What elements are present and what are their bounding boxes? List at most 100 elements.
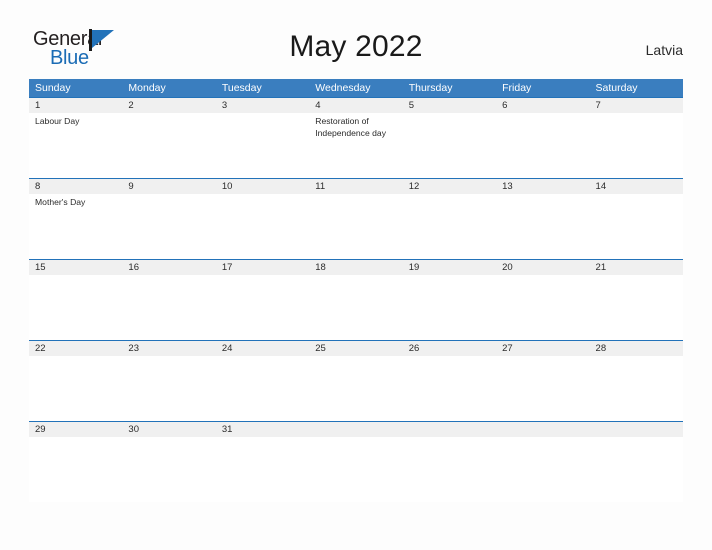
day-cell-6[interactable]: 6 — [496, 98, 589, 179]
day-cell-4[interactable]: 4 Restoration of Independence day — [309, 98, 402, 179]
day-number: 20 — [502, 262, 513, 273]
day-number: 11 — [315, 181, 326, 192]
day-number: 5 — [408, 100, 414, 111]
day-number — [496, 422, 589, 437]
day-number: 24 — [221, 343, 233, 354]
calendar-weeks: 1 Labour Day 2 3 4 Restoration of Independenc… — [29, 97, 683, 502]
day-cell-1[interactable]: 1 Labour Day — [29, 98, 122, 179]
day-number: 2 — [128, 100, 134, 111]
day-number — [590, 422, 683, 437]
calendar-grid: Sunday Monday Tuesday Wednesday Thursday Frid… — [29, 79, 683, 502]
day-events: Mother's Day — [29, 194, 122, 209]
region-label: Latvia — [645, 42, 683, 58]
day-number: 28 — [595, 343, 607, 354]
week-days: 15 16 17 18 19 20 21 — [29, 260, 683, 341]
day-cell-8[interactable]: 8 Mother's Day — [29, 179, 122, 260]
day-number: 12 — [408, 181, 420, 192]
day-cell-16[interactable]: 16 — [122, 260, 215, 341]
day-cell-14[interactable]: 14 — [590, 179, 683, 260]
day-number: 21 — [595, 262, 607, 273]
day-number: 9 — [128, 181, 134, 192]
day-cell-24[interactable]: 24 — [216, 341, 309, 422]
day-cell-17[interactable]: 17 — [216, 260, 309, 341]
day-cell-28[interactable]: 28 — [590, 341, 683, 422]
day-cell-7[interactable]: 7 — [590, 98, 683, 179]
day-events: Labour Day — [29, 113, 122, 128]
day-cell-30[interactable]: 30 — [122, 422, 215, 503]
day-number: 7 — [595, 100, 601, 111]
day-number: 3 — [221, 100, 228, 111]
day-cell-29[interactable]: 29 — [29, 422, 122, 503]
weekday-header-thursday: Thursday — [408, 82, 453, 94]
day-number: 13 — [502, 181, 513, 192]
day-number — [309, 422, 402, 437]
day-number: 23 — [128, 343, 139, 354]
day-cell-10[interactable]: 10 — [216, 179, 309, 260]
calendar-week-row: 1 Labour Day 2 3 4 Restoration of Independenc… — [29, 97, 683, 178]
day-cell-23[interactable]: 23 — [122, 341, 215, 422]
calendar-week-row: 22 23 24 25 26 27 28 — [29, 340, 683, 421]
day-number: 25 — [315, 343, 326, 354]
day-number: 8 — [35, 181, 41, 192]
day-cell-3[interactable]: 3 — [216, 98, 309, 179]
day-cell-5[interactable]: 5 — [403, 98, 496, 179]
day-number: 17 — [221, 262, 233, 273]
day-number: 10 — [221, 181, 233, 192]
page-header: General Blue May 2022 Latvia — [0, 0, 712, 76]
day-cell-18[interactable]: 18 — [309, 260, 402, 341]
day-cell-empty — [403, 422, 496, 503]
day-number: 16 — [128, 262, 139, 273]
weekday-header-wednesday: Wednesday — [315, 82, 371, 94]
day-cell-19[interactable]: 19 — [403, 260, 496, 341]
day-number: 22 — [35, 343, 46, 354]
day-number: 18 — [315, 262, 326, 273]
weekday-header-saturday: Saturday — [595, 82, 638, 94]
weekday-header-tuesday: Tuesday — [221, 82, 262, 94]
day-number: 30 — [128, 424, 139, 435]
day-cell-15[interactable]: 15 — [29, 260, 122, 341]
weekday-header-friday: Friday — [502, 82, 532, 94]
day-cell-21[interactable]: 21 — [590, 260, 683, 341]
calendar-week-row: 15 16 17 18 19 20 21 — [29, 259, 683, 340]
page-title: May 2022 — [289, 30, 423, 63]
day-number — [403, 422, 496, 437]
day-cell-13[interactable]: 13 — [496, 179, 589, 260]
day-cell-empty — [496, 422, 589, 503]
week-days: 1 Labour Day 2 3 4 Restoration of Independenc… — [29, 98, 683, 179]
day-cell-31[interactable]: 31 — [216, 422, 309, 503]
day-cell-12[interactable]: 12 — [403, 179, 496, 260]
day-number: 19 — [408, 262, 420, 273]
day-cell-empty — [590, 422, 683, 503]
weekday-header-sunday: Sunday — [35, 82, 71, 94]
day-number: 6 — [502, 100, 508, 111]
week-days: 29 30 31 — [29, 422, 683, 503]
day-cell-25[interactable]: 25 — [309, 341, 402, 422]
day-number: 14 — [595, 181, 607, 192]
week-days: 8 Mother's Day 9 10 11 12 13 14 — [29, 179, 683, 260]
day-number: 27 — [502, 343, 513, 354]
day-cell-11[interactable]: 11 — [309, 179, 402, 260]
weekday-header-row: Sunday Monday Tuesday Wednesday Thursday Frid… — [29, 79, 683, 97]
day-number: 31 — [221, 424, 233, 435]
calendar-week-row: 29 30 31 — [29, 421, 683, 502]
day-number: 29 — [35, 424, 46, 435]
calendar-page: General Blue May 2022 Latvia Sunday Monda… — [0, 0, 712, 550]
day-cell-27[interactable]: 27 — [496, 341, 589, 422]
day-cell-empty — [309, 422, 402, 503]
day-cell-20[interactable]: 20 — [496, 260, 589, 341]
weekday-header-monday: Monday — [128, 82, 166, 94]
day-events: Restoration of Independence day — [309, 113, 402, 139]
day-number: 26 — [408, 343, 420, 354]
day-event-item: Restoration of Independence day — [315, 116, 386, 138]
day-number: 4 — [315, 100, 321, 111]
week-days: 22 23 24 25 26 27 28 — [29, 341, 683, 422]
day-event-item: Mother's Day — [35, 197, 86, 207]
day-cell-26[interactable]: 26 — [403, 341, 496, 422]
day-number: 15 — [35, 262, 46, 273]
calendar-week-row: 8 Mother's Day 9 10 11 12 13 14 — [29, 178, 683, 259]
day-cell-9[interactable]: 9 — [122, 179, 215, 260]
day-number: 1 — [35, 100, 41, 111]
day-cell-22[interactable]: 22 — [29, 341, 122, 422]
day-cell-2[interactable]: 2 — [122, 98, 215, 179]
day-event-item: Labour Day — [35, 116, 80, 126]
